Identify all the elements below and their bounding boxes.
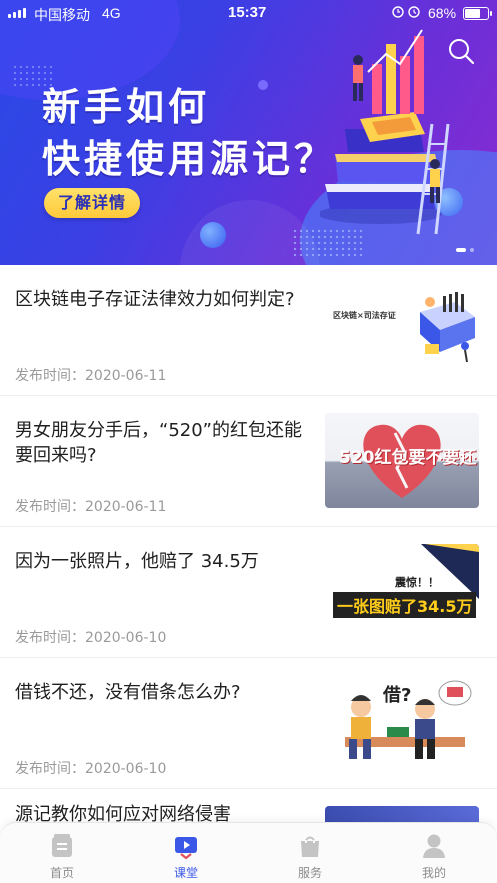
tab-home[interactable]: 首页 — [12, 823, 112, 883]
article-thumbnail: 520红包要不要还 — [325, 413, 479, 508]
hero-banner[interactable]: 中国移动 4G 15:37 68% 新手如何 快捷使用源记？ 了解详情 — [0, 0, 497, 265]
carrier-name: 中国移动 — [34, 7, 90, 23]
banner-title: 新手如何 — [42, 85, 211, 129]
shopping-bag-icon — [301, 835, 319, 857]
article-date: 发布时间：2020-06-10 — [15, 630, 167, 646]
battery-percent: 68% — [428, 5, 457, 21]
banner-illustration-icon — [320, 29, 450, 235]
bottom-tab-bar: 首页 课堂 服务 我的 — [0, 822, 497, 883]
thumbnail-caption: 520红包要不要还 — [339, 448, 477, 468]
article-item[interactable]: 区块链电子存证法律效力如何判定? 发布时间：2020-06-11 区块链×司法存… — [0, 265, 497, 396]
article-list: 区块链电子存证法律效力如何判定? 发布时间：2020-06-11 区块链×司法存… — [0, 265, 497, 789]
home-icon — [52, 834, 72, 857]
tab-classroom[interactable]: 课堂 — [136, 823, 236, 883]
network-type: 4G — [102, 5, 121, 21]
article-item[interactable]: 借钱不还，没有借条怎么办? 发布时间：2020-06-10 借? — [0, 658, 497, 789]
article-title: 因为一张照片，他赔了 34.5万 — [15, 551, 259, 572]
status-bar: 中国移动 4G 15:37 68% — [0, 0, 497, 26]
article-title: 区块链电子存证法律效力如何判定? — [15, 289, 295, 310]
tab-label: 首页 — [49, 866, 74, 880]
tab-profile[interactable]: 我的 — [384, 823, 484, 883]
play-icon — [175, 837, 197, 860]
article-title: 男女朋友分手后，“520”的红包还能要回来吗? — [15, 420, 303, 466]
battery-icon — [463, 7, 492, 20]
banner-decoration — [200, 222, 226, 248]
thumbnail-caption: 一张图赔了34.5万 — [333, 592, 477, 618]
article-thumbnail: 区块链×司法存证 — [325, 282, 479, 377]
tab-service[interactable]: 服务 — [260, 823, 360, 883]
thumbnail-caption-top: 震惊！！ — [395, 576, 439, 589]
clock: 15:37 — [228, 4, 267, 21]
app-screen: 中国移动 4G 15:37 68% 新手如何 快捷使用源记？ 了解详情 区块链电… — [0, 0, 497, 883]
battery-level — [465, 9, 480, 18]
article-date: 发布时间：2020-06-10 — [15, 761, 167, 777]
tab-label: 我的 — [421, 866, 446, 880]
tab-label: 服务 — [297, 866, 322, 880]
article-date: 发布时间：2020-06-11 — [15, 368, 167, 384]
thumbnail-caption: 借? — [383, 685, 412, 706]
user-icon — [423, 834, 445, 858]
article-thumbnail: 震惊！！ 一张图赔了34.5万 — [325, 544, 479, 639]
pager-dot — [456, 248, 466, 252]
article-item[interactable]: 因为一张照片，他赔了 34.5万 发布时间：2020-06-10 震惊！！ 一张… — [0, 527, 497, 658]
banner-title: 快捷使用源记？ — [42, 137, 337, 181]
blockchain-illustration-icon — [420, 292, 475, 363]
pager-dot — [470, 248, 474, 252]
banner-decoration — [258, 80, 268, 90]
signal-icon — [8, 8, 26, 18]
article-title: 借钱不还，没有借条怎么办? — [15, 682, 241, 703]
tab-label: 课堂 — [173, 866, 198, 880]
article-thumbnail: 借? — [325, 675, 479, 770]
article-date: 发布时间：2020-06-11 — [15, 499, 167, 515]
alarm-icon — [392, 5, 426, 22]
article-item[interactable]: 男女朋友分手后，“520”的红包还能要回来吗? 发布时间：2020-06-11 … — [0, 396, 497, 527]
learn-more-button[interactable]: 了解详情 — [44, 188, 140, 218]
carousel-pager — [456, 248, 474, 252]
